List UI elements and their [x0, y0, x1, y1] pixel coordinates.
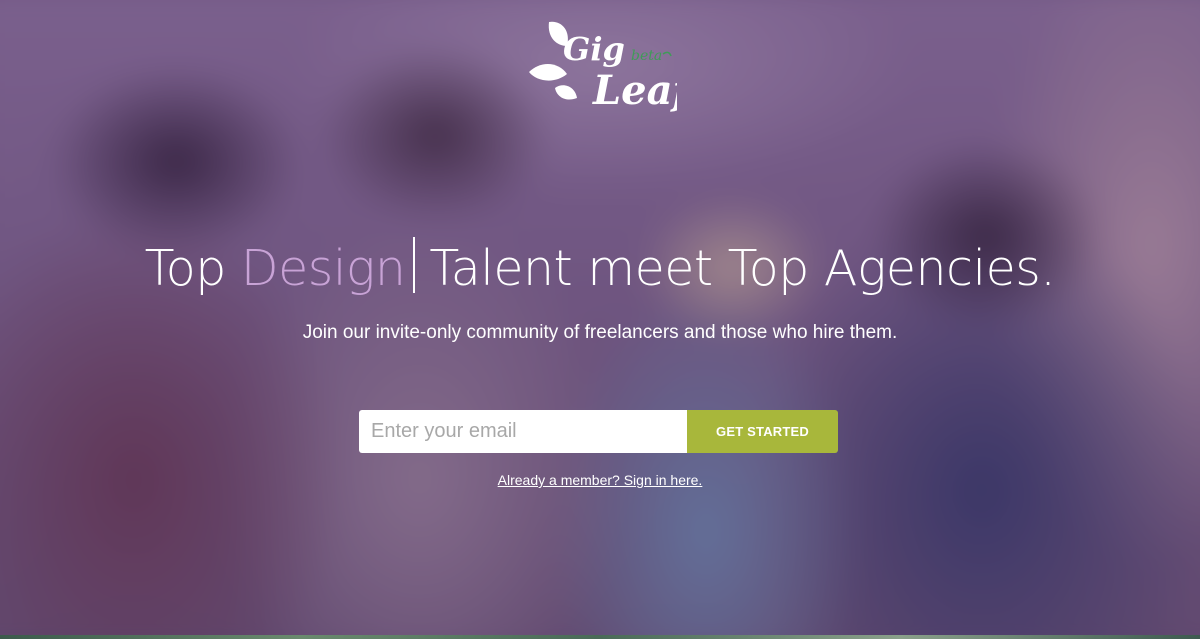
- leaf-logo-icon: Gig Leaf beta: [529, 21, 677, 114]
- email-input[interactable]: [359, 410, 687, 453]
- bottom-strip: [0, 635, 1200, 639]
- signup-form: GET STARTED: [359, 410, 838, 453]
- signin-link[interactable]: Already a member? Sign in here.: [498, 472, 703, 488]
- svg-text:Gig: Gig: [563, 30, 625, 68]
- giglleaf-logo[interactable]: Gig Leaf beta: [527, 16, 677, 116]
- page-headline: Top Design Talent meet Top Agencies.: [0, 234, 1200, 304]
- svg-text:beta: beta: [631, 48, 662, 64]
- page-subheadline: Join our invite-only community of freela…: [302, 322, 898, 343]
- headline-divider: [413, 237, 416, 293]
- get-started-button[interactable]: GET STARTED: [687, 410, 838, 453]
- headline-part2: Talent meet Top Agencies.: [429, 240, 1056, 297]
- headline-part1: Top: [144, 240, 241, 297]
- hero-section: Gig Leaf beta Top Design Talent meet Top …: [0, 0, 1200, 639]
- signin-link-container: Already a member? Sign in here.: [0, 471, 1200, 489]
- headline-accent: Design: [240, 240, 406, 297]
- svg-text:Leaf: Leaf: [592, 67, 677, 114]
